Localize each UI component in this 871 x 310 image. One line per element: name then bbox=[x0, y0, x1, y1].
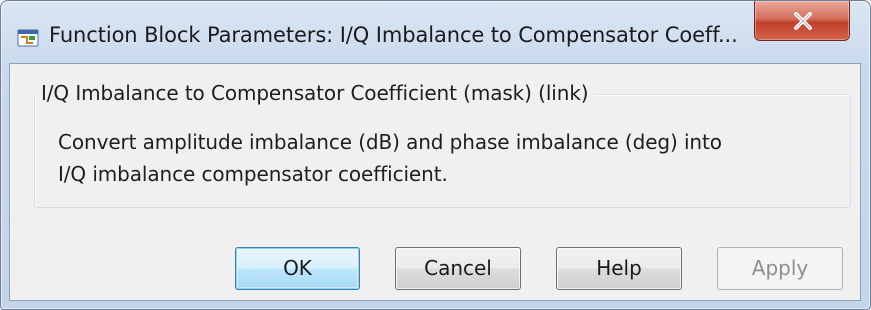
help-button[interactable]: Help bbox=[556, 247, 682, 290]
simulink-block-icon bbox=[17, 26, 39, 48]
title-bar[interactable]: Function Block Parameters: I/Q Imbalance… bbox=[1, 1, 870, 63]
dialog-window: Function Block Parameters: I/Q Imbalance… bbox=[0, 0, 871, 310]
description-line-1: Convert amplitude imbalance (dB) and pha… bbox=[58, 130, 722, 154]
ok-button[interactable]: OK bbox=[235, 247, 360, 290]
close-x-icon bbox=[794, 12, 812, 30]
cancel-button[interactable]: Cancel bbox=[395, 247, 521, 290]
group-legend: I/Q Imbalance to Compensator Coefficient… bbox=[36, 81, 595, 105]
dialog-client-area: I/Q Imbalance to Compensator Coefficient… bbox=[9, 63, 861, 301]
apply-button: Apply bbox=[717, 247, 843, 290]
close-button[interactable] bbox=[754, 1, 850, 41]
block-description: Convert amplitude imbalance (dB) and pha… bbox=[58, 126, 848, 190]
description-line-2: I/Q imbalance compensator coefficient. bbox=[58, 162, 448, 186]
window-title: Function Block Parameters: I/Q Imbalance… bbox=[49, 23, 738, 47]
